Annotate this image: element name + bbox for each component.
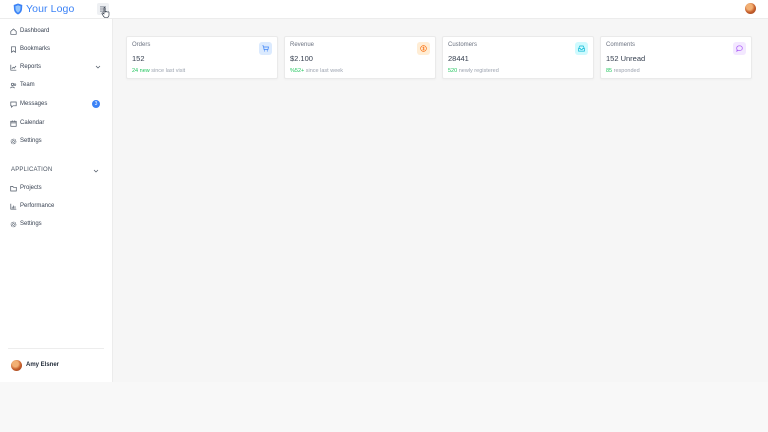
- calendar-icon: [10, 120, 17, 127]
- sidebar-item-label: Bookmarks: [20, 46, 51, 52]
- sidebar-item-projects[interactable]: Projects: [10, 182, 104, 194]
- card-footnote: %52+ since last week: [290, 68, 343, 74]
- logo[interactable]: Your Logo: [13, 2, 74, 16]
- sidebar-item-messages[interactable]: Messages 3: [10, 98, 104, 110]
- message-icon: [10, 101, 17, 108]
- sidebar-item-label: Projects: [20, 185, 42, 191]
- sidebar-item-performance[interactable]: Performance: [10, 200, 104, 212]
- card-value: 28441: [448, 54, 469, 63]
- card-value: 152: [132, 54, 145, 63]
- card-footnote-text: newly registered: [457, 68, 499, 74]
- sidebar-item-app-settings[interactable]: Settings: [10, 218, 104, 230]
- sidebar-item-settings[interactable]: Settings: [10, 135, 104, 147]
- sidebar-item-label: Team: [20, 82, 35, 88]
- shield-logo-icon: [13, 3, 23, 15]
- stat-card-orders: Orders 152 24 new since last visit: [126, 36, 278, 79]
- card-value: 152 Unread: [606, 54, 646, 63]
- inbox-icon: [578, 45, 585, 52]
- sidebar-item-team[interactable]: Team: [10, 79, 104, 91]
- card-footnote: 85 responded: [606, 68, 640, 74]
- card-icon-badge: [417, 42, 430, 55]
- card-footnote-highlight: %52+: [290, 68, 305, 74]
- avatar: [11, 359, 22, 371]
- comment-icon: [736, 45, 743, 52]
- card-footnote: 520 newly registered: [448, 68, 499, 74]
- card-value: $2.100: [290, 54, 313, 63]
- home-icon: [10, 28, 17, 35]
- card-title: Revenue: [290, 42, 315, 48]
- folder-icon: [10, 185, 17, 191]
- sidebar: Dashboard Bookmarks Reports Team Message…: [0, 19, 113, 382]
- top-bar: Your Logo: [0, 0, 768, 19]
- messages-count-badge: 3: [92, 100, 100, 108]
- chart-icon: [10, 203, 17, 210]
- stat-card-revenue: Revenue $2.100 %52+ since last week: [284, 36, 436, 79]
- card-title: Customers: [448, 42, 478, 48]
- cart-icon: [262, 45, 269, 52]
- gear-icon: [10, 138, 17, 144]
- card-icon-badge: [259, 42, 272, 55]
- card-title: Comments: [606, 42, 636, 48]
- card-footnote-highlight: 520: [448, 68, 458, 74]
- card-icon-badge: [575, 42, 588, 55]
- section-title-application: APPLICATION: [11, 167, 53, 173]
- bookmark-icon: [11, 45, 16, 53]
- sidebar-item-label: Settings: [20, 221, 42, 227]
- sidebar-item-label: Calendar: [20, 120, 45, 126]
- card-footnote-text: since last week: [304, 68, 344, 74]
- card-footnote: 24 new since last visit: [132, 68, 185, 74]
- sidebar-item-dashboard[interactable]: Dashboard: [10, 25, 104, 37]
- chart-icon: [10, 64, 17, 71]
- sidebar-item-label: Settings: [20, 138, 42, 144]
- sidebar-item-calendar[interactable]: Calendar: [10, 117, 104, 129]
- main-content: Orders 152 24 new since last visit Reven…: [113, 19, 768, 382]
- team-icon: [10, 82, 17, 88]
- logo-text: Your Logo: [26, 3, 75, 15]
- card-footnote-text: responded: [612, 68, 640, 74]
- sidebar-item-label: Performance: [20, 203, 55, 209]
- page-footer-area: [0, 382, 768, 432]
- stat-card-customers: Customers 28441 520 newly registered: [442, 36, 594, 79]
- sidebar-item-label: Dashboard: [20, 28, 50, 34]
- card-footnote-text: since last visit: [149, 68, 186, 74]
- gear-icon: [10, 221, 17, 227]
- user-profile[interactable]: Amy Elsner: [11, 359, 59, 371]
- card-title: Orders: [132, 42, 151, 48]
- sidebar-item-label: Messages: [20, 101, 48, 107]
- chevron-down-icon[interactable]: [93, 168, 99, 174]
- card-footnote-highlight: 24 new: [132, 68, 150, 74]
- sidebar-item-reports[interactable]: Reports: [10, 61, 104, 73]
- stat-card-comments: Comments 152 Unread 85 responded: [600, 36, 752, 79]
- dollar-icon: [420, 45, 427, 52]
- user-name: Amy Elsner: [26, 362, 60, 368]
- sidebar-item-bookmarks[interactable]: Bookmarks: [10, 43, 104, 55]
- card-icon-badge: [733, 42, 746, 55]
- divider: [8, 348, 104, 349]
- hand-cursor-icon: [101, 7, 110, 18]
- sidebar-item-label: Reports: [20, 64, 42, 70]
- user-avatar[interactable]: [745, 3, 756, 14]
- chevron-down-icon[interactable]: [95, 64, 101, 70]
